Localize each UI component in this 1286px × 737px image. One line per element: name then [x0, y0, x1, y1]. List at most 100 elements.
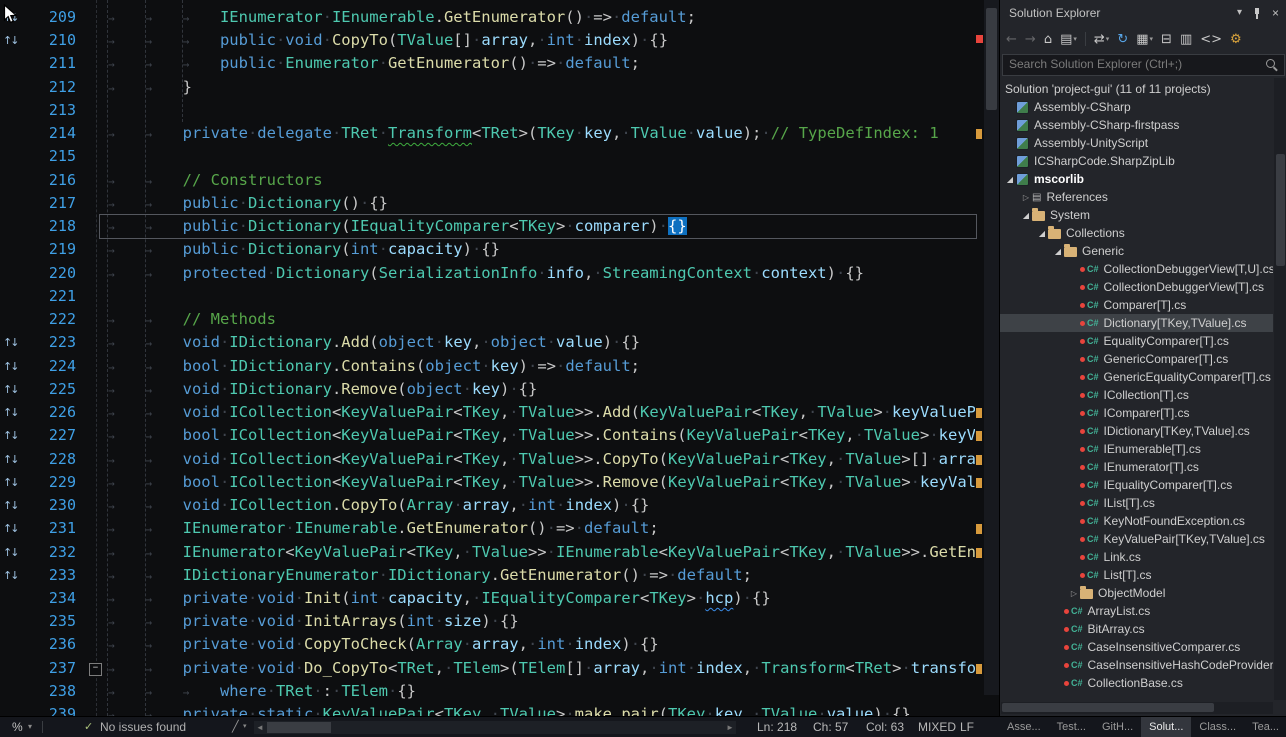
scrollbar-thumb[interactable] — [267, 722, 331, 733]
tree-item[interactable]: C#IEnumerable[T].cs — [1000, 440, 1273, 458]
implements-icon[interactable]: ↑↓ — [3, 494, 17, 517]
column-indicator[interactable]: Col: 63 — [866, 717, 904, 737]
tree-item[interactable]: C#List[T].cs — [1000, 566, 1273, 584]
tree-item[interactable]: ▷ObjectModel — [1000, 584, 1273, 602]
gutter-row[interactable]: 221 — [0, 285, 96, 308]
gutter-row[interactable]: ↑↓229 — [0, 471, 96, 494]
code-line-209[interactable]: →→→IEnumerator·IEnumerable.GetEnumerator… — [108, 6, 696, 29]
tree-item[interactable]: C#Dictionary[TKey,TValue].cs — [1000, 314, 1273, 332]
line-indicator[interactable]: Ln: 218 — [757, 717, 797, 737]
code-line-210[interactable]: →→→public·void·CopyTo(TValue[]·array,·in… — [108, 29, 668, 52]
tool-window-tab[interactable]: GitH... — [1094, 717, 1141, 737]
gutter-row[interactable]: ↑↓233 — [0, 564, 96, 587]
gutter-row[interactable]: ↑↓226 — [0, 401, 96, 424]
code-cleanup-icon[interactable]: ╱ — [232, 717, 239, 737]
code-line-236[interactable]: →→private·void·CopyToCheck(Array·array,·… — [108, 633, 659, 656]
fold-toggle-icon[interactable]: − — [89, 663, 102, 676]
tree-item[interactable]: ICSharpCode.SharpZipLib — [1000, 152, 1273, 170]
implements-icon[interactable]: ↑↓ — [3, 448, 17, 471]
sync-with-active-document-icon[interactable]: ⇄▾ — [1094, 32, 1109, 47]
gutter-row[interactable]: 239 — [0, 703, 96, 716]
solution-tree[interactable]: Solution 'project-gui' (11 of 11 project… — [1000, 80, 1273, 700]
code-line-211[interactable]: →→→public·Enumerator·GetEnumerator()·=>·… — [108, 52, 640, 75]
editor-gutter[interactable]: ↑↓209↑↓210211212213214215216217218219220… — [0, 0, 100, 716]
code-line-235[interactable]: →→private·void·InitArrays(int·size)·{} — [108, 610, 519, 633]
gutter-row[interactable]: ↑↓231 — [0, 517, 96, 540]
implements-icon[interactable]: ↑↓ — [3, 517, 17, 540]
tree-item[interactable]: C#CaseInsensitiveHashCodeProvider.cs — [1000, 656, 1273, 674]
expander-icon[interactable]: ◢ — [1020, 211, 1032, 220]
window-position-chevron-icon[interactable]: ▾ — [1237, 0, 1242, 26]
pin-icon[interactable] — [1252, 8, 1262, 19]
tree-item[interactable]: C#Link.cs — [1000, 548, 1273, 566]
switch-views-icon[interactable]: ▤▾ — [1060, 32, 1077, 47]
gutter-row[interactable]: 238 — [0, 680, 96, 703]
tree-item[interactable]: C#IComparer[T].cs — [1000, 404, 1273, 422]
gutter-row[interactable]: 222 — [0, 308, 96, 331]
gutter-row[interactable]: 216 — [0, 169, 96, 192]
gutter-row[interactable]: 236 — [0, 633, 96, 656]
tree-item[interactable]: ◢Collections — [1000, 224, 1273, 242]
properties-icon[interactable]: ⚙ — [1230, 32, 1242, 47]
tool-window-tab[interactable]: Solut... — [1141, 717, 1191, 737]
panel-horizontal-scrollbar[interactable] — [1001, 702, 1273, 714]
gutter-row[interactable]: 235 — [0, 610, 96, 633]
code-line-218[interactable]: →→public·Dictionary(IEqualityComparer<TK… — [108, 215, 687, 238]
gutter-row[interactable]: ↑↓228 — [0, 448, 96, 471]
implements-icon[interactable]: ↑↓ — [3, 331, 17, 354]
code-line-226[interactable]: →→void·ICollection<KeyValuePair<TKey,·TV… — [108, 401, 975, 424]
tree-item[interactable]: C#IEnumerator[T].cs — [1000, 458, 1273, 476]
tree-item[interactable]: C#CaseInsensitiveComparer.cs — [1000, 638, 1273, 656]
code-editor[interactable]: →→→IEnumerator·IEnumerable.GetEnumerator… — [0, 0, 999, 716]
line-ending-indicator[interactable]: LF — [960, 717, 974, 737]
code-line-224[interactable]: →→bool·IDictionary.Contains(object·key)·… — [108, 355, 640, 378]
panel-vertical-scrollbar[interactable] — [1274, 78, 1286, 700]
tool-window-tab[interactable]: Tea... — [1244, 717, 1286, 737]
tree-item[interactable]: C#GenericEqualityComparer[T].cs — [1000, 368, 1273, 386]
tree-item[interactable]: C#KeyNotFoundException.cs — [1000, 512, 1273, 530]
panel-header[interactable]: Solution Explorer ▾ × — [1000, 0, 1286, 26]
tree-item[interactable]: Assembly-UnityScript — [1000, 134, 1273, 152]
search-input[interactable] — [1003, 55, 1268, 73]
expander-icon[interactable]: ▷ — [1020, 193, 1032, 202]
code-line-234[interactable]: →→private·void·Init(int·capacity,·IEqual… — [108, 587, 771, 610]
tree-item[interactable]: C#IDictionary[TKey,TValue].cs — [1000, 422, 1273, 440]
code-line-216[interactable]: →→// Constructors — [108, 169, 323, 192]
expander-icon[interactable]: ◢ — [1004, 175, 1016, 184]
gutter-row[interactable]: ↑↓210 — [0, 29, 96, 52]
gutter-row[interactable]: 219 — [0, 238, 96, 261]
tool-window-tab[interactable]: Asse... — [999, 717, 1049, 737]
tree-item[interactable]: C#BitArray.cs — [1000, 620, 1273, 638]
tree-item[interactable]: C#ICollection[T].cs — [1000, 386, 1273, 404]
scrollbar-thumb[interactable] — [986, 8, 997, 110]
scroll-left-icon[interactable]: ◄ — [254, 721, 266, 734]
tree-item[interactable]: ▷▤References — [1000, 188, 1273, 206]
code-line-222[interactable]: →→// Methods — [108, 308, 276, 331]
code-line-233[interactable]: →→IDictionaryEnumerator·IDictionary.GetE… — [108, 564, 752, 587]
encoding-indicator[interactable]: MIXED — [918, 717, 956, 737]
code-line-231[interactable]: →→IEnumerator·IEnumerable.GetEnumerator(… — [108, 517, 659, 540]
tree-item[interactable]: C#Comparer[T].cs — [1000, 296, 1273, 314]
gutter-row[interactable]: 237 — [0, 657, 96, 680]
code-line-219[interactable]: →→public·Dictionary(int·capacity)·{} — [108, 238, 500, 261]
code-line-239[interactable]: →→private·static·KeyValuePair<TKey,·TVal… — [108, 703, 911, 716]
close-icon[interactable]: × — [1272, 0, 1279, 26]
implements-icon[interactable]: ↑↓ — [3, 541, 17, 564]
document-health[interactable]: No issues found — [100, 717, 186, 737]
tree-item[interactable]: C#CollectionDebuggerView[T,U].cs — [1000, 260, 1273, 278]
chevron-down-icon[interactable]: ▾ — [28, 717, 32, 737]
gutter-row[interactable]: 234 — [0, 587, 96, 610]
tree-item[interactable]: ◢Generic — [1000, 242, 1273, 260]
implements-icon[interactable]: ↑↓ — [3, 401, 17, 424]
forward-icon[interactable]: → — [1025, 32, 1036, 47]
tree-item[interactable]: C#EqualityComparer[T].cs — [1000, 332, 1273, 350]
code-line-223[interactable]: →→void·IDictionary.Add(object·key,·objec… — [108, 331, 640, 354]
scrollbar-thumb[interactable] — [1276, 154, 1285, 266]
code-line-230[interactable]: →→void·ICollection.CopyTo(Array·array,·i… — [108, 494, 649, 517]
gutter-row[interactable]: ↑↓225 — [0, 378, 96, 401]
code-line-232[interactable]: →→IEnumerator<KeyValuePair<TKey,·TValue>… — [108, 541, 975, 564]
tree-item[interactable]: C#IEqualityComparer[T].cs — [1000, 476, 1273, 494]
tree-item[interactable]: Assembly-CSharp-firstpass — [1000, 116, 1273, 134]
editor-vertical-scrollbar[interactable] — [984, 0, 999, 695]
tree-item[interactable]: C#CollectionBase.cs — [1000, 674, 1273, 692]
